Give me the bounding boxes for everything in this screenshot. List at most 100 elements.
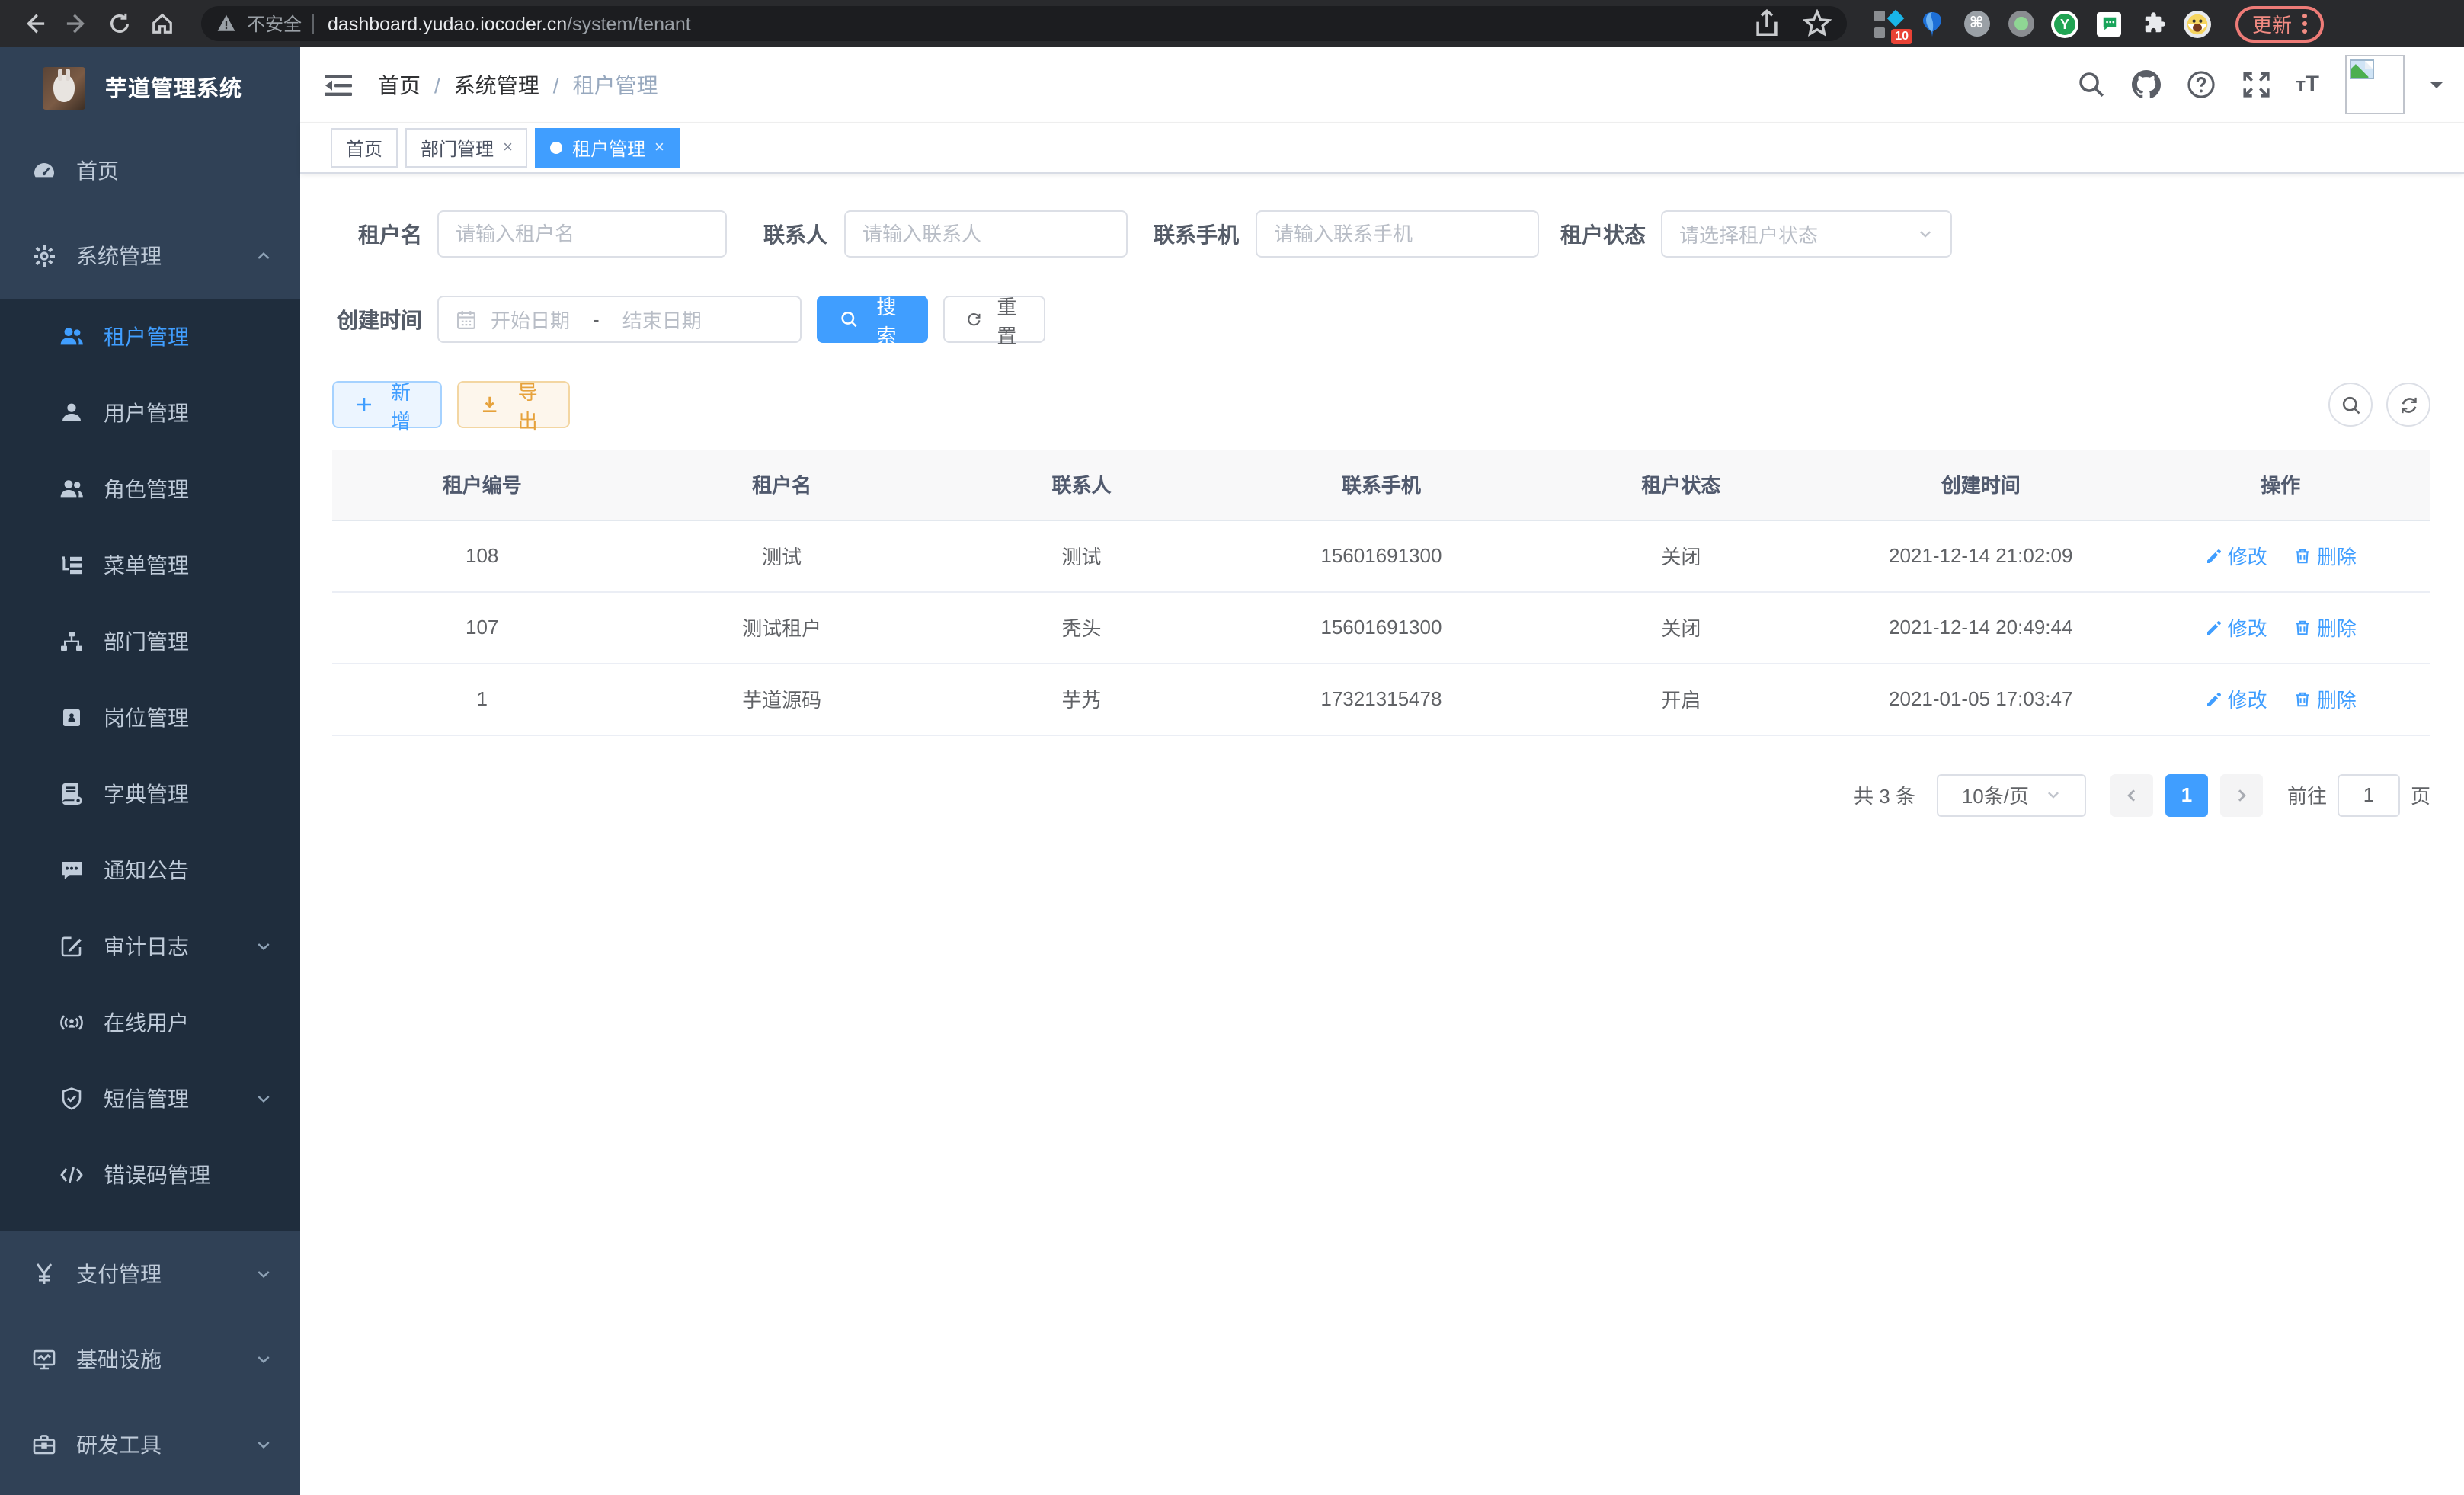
help-icon[interactable] — [2186, 70, 2215, 99]
sidebar-item-online-users[interactable]: 在线用户 — [0, 984, 300, 1061]
extension-recorder-icon[interactable] — [2007, 10, 2034, 37]
sidebar: 芋道管理系统 首页 系统管理 租户管理 用户管理 — [0, 47, 300, 1495]
chrome-update-button[interactable]: 更新 — [2235, 5, 2324, 42]
app-title: 芋道管理系统 — [105, 72, 242, 104]
post-badge-icon — [59, 706, 84, 730]
sidebar-item-tenant-management[interactable]: 租户管理 — [0, 299, 300, 375]
sidebar-item-infrastructure[interactable]: 基础设施 — [0, 1317, 300, 1402]
fullscreen-icon[interactable] — [2241, 70, 2270, 99]
delete-link[interactable]: 删除 — [2294, 541, 2357, 570]
phone-input[interactable] — [1274, 222, 1521, 245]
notice-bubble-icon — [59, 858, 84, 882]
page-number-1[interactable]: 1 — [2165, 773, 2208, 816]
browser-menu-icon[interactable] — [2302, 14, 2307, 34]
extensions-puzzle-icon[interactable] — [2139, 10, 2167, 37]
sidebar-item-menu-management[interactable]: 菜单管理 — [0, 527, 300, 603]
shield-check-icon — [59, 1087, 84, 1111]
show-search-toggle-button[interactable] — [2328, 383, 2373, 427]
font-size-icon[interactable]: TT — [2296, 72, 2319, 98]
date-range-separator: - — [593, 308, 600, 331]
github-icon[interactable] — [2131, 70, 2160, 99]
delete-link[interactable]: 删除 — [2294, 684, 2357, 713]
calendar-icon — [456, 309, 477, 330]
sidebar-item-label: 岗位管理 — [104, 703, 189, 733]
sidebar-item-error-code[interactable]: 错误码管理 — [0, 1137, 300, 1213]
sidebar-item-system[interactable]: 系统管理 — [0, 213, 300, 299]
share-icon[interactable] — [1752, 9, 1781, 38]
cell-status: 关闭 — [1531, 520, 1831, 591]
tab-dept-management[interactable]: 部门管理 × — [405, 128, 528, 168]
page-size-select[interactable]: 10条/页 — [1937, 773, 2086, 816]
select-caret-icon — [2044, 786, 2061, 803]
table-row: 1 芋道源码 芋艿 17321315478 开启 2021-01-05 17:0… — [332, 663, 2430, 735]
refresh-table-button[interactable] — [2386, 383, 2430, 427]
sidebar-item-dev-tools[interactable]: 研发工具 — [0, 1402, 300, 1487]
chevron-down-icon — [254, 1265, 273, 1283]
tab-close-icon[interactable]: × — [503, 139, 513, 157]
extension-command-icon[interactable]: ⌘ — [1963, 10, 1990, 37]
sidebar-item-user-management[interactable]: 用户管理 — [0, 375, 300, 451]
export-button-label: 导出 — [508, 376, 547, 434]
extension-balloon-icon[interactable] — [1918, 10, 1946, 37]
tab-tenant-management[interactable]: 租户管理 × — [536, 128, 680, 168]
sidebar-item-notice[interactable]: 通知公告 — [0, 832, 300, 908]
browser-toolbar: 不安全 dashboard.yudao.iocoder.cn/system/te… — [0, 0, 2464, 47]
header-search-icon[interactable] — [2076, 70, 2105, 99]
address-bar[interactable]: 不安全 dashboard.yudao.iocoder.cn/system/te… — [201, 6, 1847, 41]
sidebar-item-role-management[interactable]: 角色管理 — [0, 451, 300, 527]
sidebar-collapse-icon[interactable] — [323, 69, 354, 100]
extension-tabs-icon[interactable]: 10 — [1874, 10, 1902, 37]
status-select[interactable]: 请选择租户状态 — [1661, 210, 1952, 258]
edit-pencil-icon — [2205, 546, 2223, 565]
security-label: 不安全 — [247, 11, 302, 37]
app-logo-row[interactable]: 芋道管理系统 — [0, 47, 300, 128]
browser-back-button[interactable] — [15, 5, 52, 42]
sidebar-item-label: 租户管理 — [104, 322, 189, 352]
tab-home[interactable]: 首页 — [331, 128, 398, 168]
sidebar-item-payment[interactable]: 支付管理 — [0, 1231, 300, 1317]
extension-emoji-icon[interactable] — [2184, 10, 2211, 37]
edit-link[interactable]: 修改 — [2205, 541, 2267, 570]
sidebar-item-dept-management[interactable]: 部门管理 — [0, 603, 300, 680]
delete-link[interactable]: 删除 — [2294, 613, 2357, 642]
goto-page-input[interactable] — [2338, 773, 2400, 816]
next-page-button[interactable] — [2220, 773, 2263, 816]
breadcrumb-system[interactable]: 系统管理 — [454, 69, 539, 100]
reset-button[interactable]: 重置 — [943, 296, 1045, 343]
cell-contact: 测试 — [932, 520, 1231, 591]
bookmark-star-icon[interactable] — [1803, 9, 1832, 38]
tenant-name-input[interactable] — [456, 222, 709, 245]
cell-tenant-id: 1 — [332, 663, 632, 735]
end-date-placeholder: 结束日期 — [622, 305, 702, 334]
edit-link[interactable]: 修改 — [2205, 613, 2267, 642]
search-button[interactable]: 搜索 — [817, 296, 928, 343]
extension-chat-icon[interactable] — [2095, 10, 2123, 37]
sidebar-item-audit-log[interactable]: 审计日志 — [0, 908, 300, 984]
cell-tenant-name: 测试 — [632, 520, 931, 591]
cell-phone: 15601691300 — [1231, 520, 1531, 591]
export-button[interactable]: 导出 — [457, 381, 570, 428]
edit-link[interactable]: 修改 — [2205, 684, 2267, 713]
contact-input[interactable] — [862, 222, 1109, 245]
sidebar-item-post-management[interactable]: 岗位管理 — [0, 680, 300, 756]
sidebar-item-dict-management[interactable]: 字典管理 — [0, 756, 300, 832]
browser-reload-button[interactable] — [101, 5, 137, 42]
user-menu-caret-icon[interactable] — [2430, 82, 2443, 94]
prev-page-button[interactable] — [2110, 773, 2153, 816]
breadcrumb-home[interactable]: 首页 — [378, 69, 421, 100]
date-range-picker[interactable]: 开始日期 - 结束日期 — [437, 296, 802, 343]
breadcrumb: 首页 / 系统管理 / 租户管理 — [378, 69, 658, 100]
tab-label: 首页 — [346, 135, 382, 161]
audit-log-icon — [59, 934, 84, 959]
chevron-up-icon — [254, 247, 273, 265]
sidebar-item-home[interactable]: 首页 — [0, 128, 300, 213]
tab-close-icon[interactable]: × — [654, 139, 664, 157]
extension-y-icon[interactable]: Y — [2051, 10, 2078, 37]
browser-home-button[interactable] — [143, 5, 180, 42]
browser-forward-button[interactable] — [58, 5, 94, 42]
pagination: 共 3 条 10条/页 1 前往 页 — [332, 773, 2430, 816]
sidebar-item-label: 角色管理 — [104, 474, 189, 504]
sidebar-item-sms-management[interactable]: 短信管理 — [0, 1061, 300, 1137]
add-button[interactable]: 新增 — [332, 381, 442, 428]
user-avatar[interactable] — [2345, 55, 2405, 114]
